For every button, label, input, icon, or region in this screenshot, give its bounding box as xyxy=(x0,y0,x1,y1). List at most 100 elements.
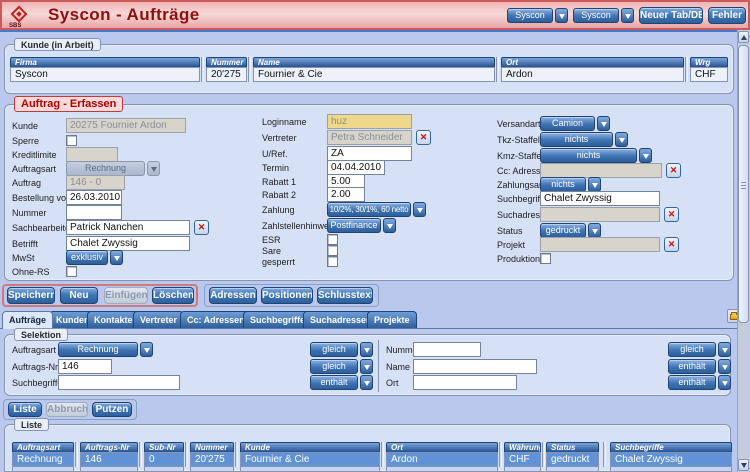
liste-cell-waehrung[interactable]: CHF xyxy=(504,452,541,467)
liste-cell-kunde[interactable]: Fournier & Cie xyxy=(240,452,380,467)
gesperrt-checkbox[interactable] xyxy=(327,256,338,267)
loeschen-button[interactable]: Löschen xyxy=(152,287,194,304)
tab-kontakte[interactable]: Kontakte xyxy=(87,311,140,328)
kunde-cell-name[interactable]: Fournier & Cie xyxy=(253,67,495,82)
zahlung-combo[interactable]: 10/2%, 30/1%, 60 netto xyxy=(327,202,411,217)
vertreter-field[interactable]: Petra Schneider xyxy=(327,130,412,145)
chevron-down-icon[interactable] xyxy=(718,342,731,357)
nummer-field[interactable] xyxy=(66,205,122,220)
liste-cell-nummer[interactable]: 20'275 xyxy=(190,452,234,467)
tab-auftraege[interactable]: Aufträge xyxy=(2,311,53,329)
sel-ort-field[interactable] xyxy=(413,375,517,390)
sel-auftragsart-combo[interactable]: Rechnung xyxy=(58,342,138,357)
chevron-down-icon[interactable] xyxy=(718,375,731,390)
liste-cell-ort[interactable]: Ardon xyxy=(386,452,498,467)
kunde-cell-wrg[interactable]: CHF xyxy=(690,67,728,82)
tab-cc-adressen[interactable]: Cc: Adressen xyxy=(180,311,252,328)
termin-field[interactable]: 04.04.2010 xyxy=(327,160,385,175)
tab-projekte[interactable]: Projekte xyxy=(367,311,417,328)
sel-suchbegriffe-field[interactable] xyxy=(58,375,180,390)
chevron-down-icon[interactable] xyxy=(360,342,373,357)
arrow-down-icon[interactable] xyxy=(738,459,749,471)
suchadresse-field[interactable] xyxy=(540,207,660,222)
fehler-button[interactable]: Fehler xyxy=(708,7,746,24)
tab-vertreter[interactable]: Vertreter xyxy=(133,311,184,328)
chevron-down-icon[interactable] xyxy=(555,8,568,23)
liste-cell-suchbegriffe[interactable]: Chalet Zwyssig xyxy=(610,452,732,467)
ohne-rs-checkbox[interactable] xyxy=(66,266,77,277)
chevron-down-icon[interactable] xyxy=(140,342,153,357)
liste-cell-auftragsart[interactable]: Rechnung xyxy=(12,452,74,467)
sel-nummer-op-combo[interactable]: gleich xyxy=(668,342,716,357)
rabatt2-field[interactable]: 2.00 xyxy=(327,187,365,202)
kmz-staffel-combo[interactable]: nichts xyxy=(540,148,637,163)
db-select-1[interactable]: Syscon xyxy=(507,8,553,23)
chevron-down-icon[interactable] xyxy=(615,132,628,147)
sel-ort-op-combo[interactable]: enthält xyxy=(668,375,716,390)
kunde-cell-ort[interactable]: Ardon xyxy=(501,67,684,82)
chevron-down-icon[interactable] xyxy=(360,359,373,374)
mwst-combo[interactable]: exklusiv xyxy=(66,250,108,265)
liste-cell-sub-nr[interactable]: 0 xyxy=(144,452,184,467)
esr-checkbox[interactable] xyxy=(327,234,338,245)
chevron-down-icon[interactable] xyxy=(597,116,610,131)
clear-x-icon[interactable]: ✕ xyxy=(666,163,681,178)
auftrag-field[interactable]: 146 - 0 xyxy=(66,175,125,190)
versandart-combo[interactable]: Camion xyxy=(540,116,595,131)
bestellung-von-field[interactable]: 26.03.2010 xyxy=(66,190,122,205)
liste-button[interactable]: Liste xyxy=(8,402,42,417)
chevron-down-icon[interactable] xyxy=(110,250,123,265)
liste-cell-status[interactable]: gedruckt xyxy=(546,452,599,467)
sel-nummer-field[interactable] xyxy=(413,342,481,357)
status-combo[interactable]: gedruckt xyxy=(540,223,586,238)
chevron-down-icon[interactable] xyxy=(360,375,373,390)
tab-suchbegriffe[interactable]: Suchbegriffe xyxy=(243,311,312,328)
adressen-button[interactable]: Adressen xyxy=(209,287,257,304)
sel-auftrags-nr-op-combo[interactable]: gleich xyxy=(310,359,358,374)
kunde-cell-firma[interactable]: Syscon xyxy=(10,67,200,82)
auftragsart-combo[interactable]: Rechnung xyxy=(66,161,145,176)
chevron-down-icon[interactable] xyxy=(588,223,601,238)
chevron-down-icon[interactable] xyxy=(588,177,601,192)
chevron-down-icon[interactable] xyxy=(413,202,426,217)
cc-adresse-field[interactable] xyxy=(540,163,662,178)
produktion-checkbox[interactable] xyxy=(540,253,551,264)
sel-auftragsart-op-combo[interactable]: gleich xyxy=(310,342,358,357)
positionen-button[interactable]: Positionen xyxy=(261,287,313,304)
arrow-up-icon[interactable] xyxy=(738,31,749,43)
sel-name-op-combo[interactable]: enthält xyxy=(668,359,716,374)
sare-checkbox[interactable] xyxy=(327,245,338,256)
clear-x-icon[interactable]: ✕ xyxy=(416,130,431,145)
putzen-button[interactable]: Putzen xyxy=(92,402,132,417)
chevron-down-icon[interactable] xyxy=(621,8,634,23)
clear-x-icon[interactable]: ✕ xyxy=(664,237,679,252)
chevron-down-icon[interactable] xyxy=(147,161,160,176)
kunde-field[interactable]: 20275 Fournier Ardon xyxy=(66,118,186,133)
zahlungsart-combo[interactable]: nichts xyxy=(540,177,586,192)
speichern-button[interactable]: Speichern xyxy=(7,287,55,304)
neuer-tab-db-button[interactable]: Neuer Tab/DB xyxy=(639,7,703,24)
scrollbar-thumb[interactable] xyxy=(738,45,749,323)
sel-name-field[interactable] xyxy=(413,359,537,374)
kreditlimite-field[interactable] xyxy=(66,147,118,162)
db-select-2[interactable]: Syscon xyxy=(573,8,619,23)
zahlstellenhinweis-combo[interactable]: Postfinance xyxy=(327,218,381,233)
clear-x-icon[interactable]: ✕ xyxy=(664,207,679,222)
tkz-staffel-combo[interactable]: nichts xyxy=(540,132,613,147)
einfuegen-button[interactable]: Einfügen xyxy=(104,287,148,304)
chevron-down-icon[interactable] xyxy=(718,359,731,374)
clear-x-icon[interactable]: ✕ xyxy=(194,220,209,235)
chevron-down-icon[interactable] xyxy=(383,218,396,233)
suchbegriffe-field[interactable]: Chalet Zwyssig xyxy=(540,191,660,206)
sachbearbeiter-field[interactable]: Patrick Nanchen xyxy=(66,220,190,235)
neu-button[interactable]: Neu xyxy=(60,287,98,304)
sperre-checkbox[interactable] xyxy=(66,135,77,146)
sel-auftrags-nr-field[interactable]: 146 xyxy=(58,359,112,374)
sel-suchbegriffe-op-combo[interactable]: enthält xyxy=(310,375,358,390)
chevron-down-icon[interactable] xyxy=(639,148,652,163)
loginname-field[interactable]: huz xyxy=(327,114,412,129)
uref-field[interactable]: ZA xyxy=(327,146,412,161)
kunde-cell-nummer[interactable]: 20'275 xyxy=(206,67,247,82)
liste-cell-auftrags-nr[interactable]: 146 xyxy=(80,452,138,467)
schlusstext-button[interactable]: Schlusstext xyxy=(317,287,373,304)
